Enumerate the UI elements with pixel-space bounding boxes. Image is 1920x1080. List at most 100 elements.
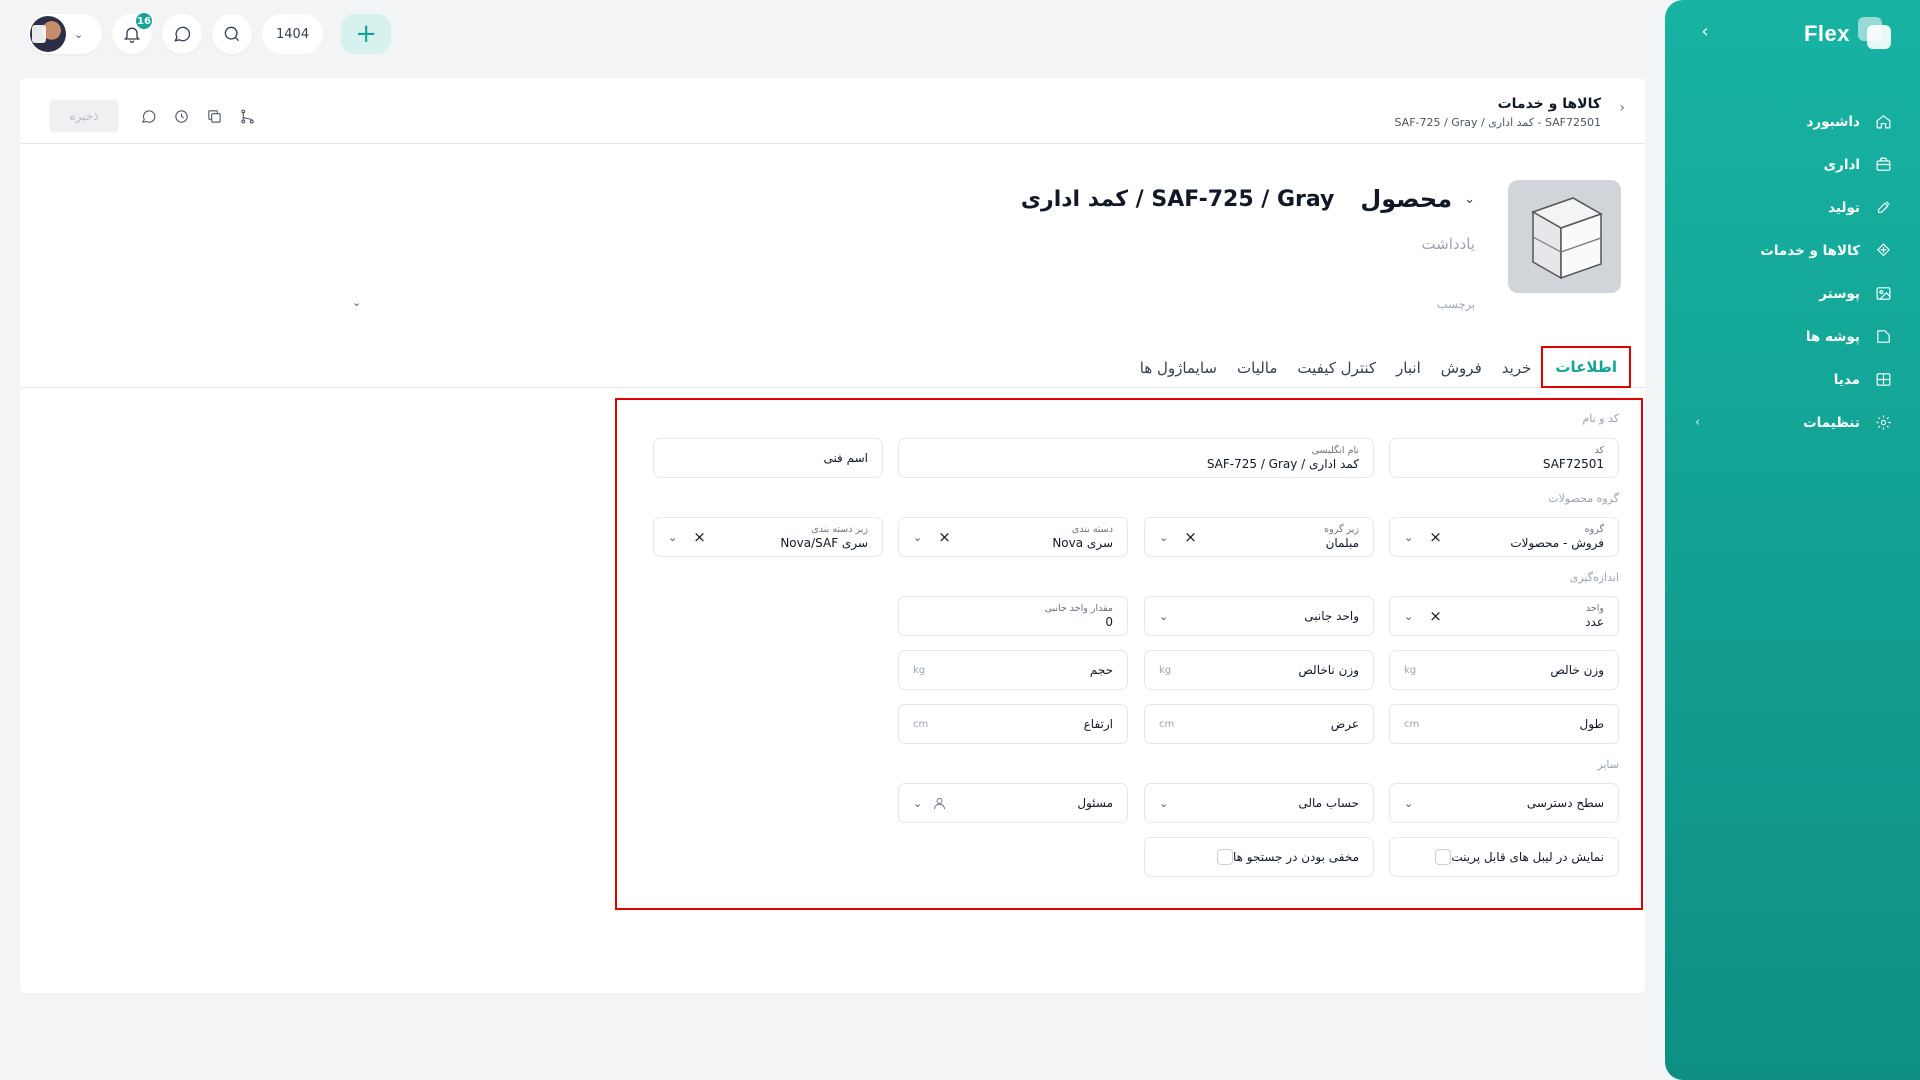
tab-sales[interactable]: فروش: [1431, 348, 1492, 388]
side-unit-select[interactable]: واحد جانبی ⌄: [1144, 596, 1374, 636]
save-button[interactable]: ذخیره: [49, 100, 119, 132]
info-form: کد و نام کد SAF72501 نام انگلیسی کمد اداری…: [615, 398, 1643, 910]
sidebar-item-folders[interactable]: پوشه ها: [1665, 315, 1920, 358]
breadcrumb: کالاها و خدمات SAF72501 - کمد اداری / SA…: [1395, 96, 1602, 129]
product-type-selector[interactable]: محصول: [1360, 185, 1452, 213]
tab-info[interactable]: اطلاعات: [1541, 346, 1631, 388]
net-weight-field[interactable]: وزن خالص kg: [1389, 650, 1619, 690]
category-select[interactable]: دسته بندی سری Nova × ⌄: [898, 517, 1128, 557]
chevron-down-icon[interactable]: ⌄: [1159, 531, 1168, 544]
sidebar-item-label: تولید: [1828, 199, 1860, 216]
clear-icon[interactable]: ×: [693, 528, 706, 546]
breadcrumb-sub: SAF72501 - کمد اداری / SAF-725 / Gray: [1394, 116, 1602, 129]
chevron-down-icon[interactable]: ⌄: [1159, 797, 1168, 810]
responsible-select[interactable]: مسئول ⌄: [898, 783, 1128, 823]
length-field[interactable]: طول cm: [1389, 704, 1619, 744]
unit-label: cm: [1159, 718, 1175, 730]
unit-select[interactable]: واحد عدد × ⌄: [1389, 596, 1619, 636]
hide-search-checkbox[interactable]: [1216, 849, 1233, 865]
user-menu[interactable]: ⌄: [28, 14, 102, 54]
tag-field[interactable]: برچسب: [1437, 297, 1475, 311]
hide-search-checkbox-row[interactable]: مخفی بودن در جستجو ها: [1144, 837, 1374, 877]
technical-name-field[interactable]: اسم فنی: [653, 438, 883, 478]
chevron-left-icon: ‹: [1695, 415, 1701, 430]
category-caption: دسته بندی: [1071, 523, 1113, 535]
sidebar-item-products[interactable]: کالاها و خدمات: [1665, 229, 1920, 272]
fiscal-year-selector[interactable]: 1404: [262, 14, 324, 54]
clear-icon[interactable]: ×: [938, 528, 951, 546]
sidebar-item-production[interactable]: تولید: [1665, 186, 1920, 229]
english-name-field[interactable]: نام انگلیسی کمد اداری / SAF-725 / Gray: [898, 438, 1374, 478]
sidebar-item-dashboard[interactable]: داشبورد: [1665, 100, 1920, 143]
group-select[interactable]: گروه فروش - محصولات × ⌄: [1389, 517, 1619, 557]
section-code-name: کد و نام: [1582, 412, 1619, 425]
chevron-down-icon[interactable]: ⌄: [913, 797, 922, 810]
subcategory-caption: زیر دسته بندی: [811, 523, 868, 535]
note-field[interactable]: یادداشت: [1421, 235, 1475, 253]
print-label-checkbox-row[interactable]: نمایش در لیبل های قابل پرینت: [1389, 837, 1619, 877]
history-icon[interactable]: [171, 106, 191, 126]
section-other: سایر: [1597, 758, 1619, 771]
chevron-down-icon[interactable]: ⌄: [1404, 610, 1413, 623]
sidebar-item-settings[interactable]: تنظیمات ‹: [1665, 401, 1920, 444]
brand-logo-icon: [1858, 17, 1892, 51]
unit-label: kg: [1404, 664, 1417, 676]
width-field[interactable]: عرض cm: [1144, 704, 1374, 744]
sidebar-collapse-icon[interactable]: ‹: [1695, 22, 1715, 42]
back-chevron-icon[interactable]: ›: [1619, 100, 1625, 116]
avatar: [30, 16, 66, 52]
home-icon: [1874, 113, 1892, 131]
clear-icon[interactable]: ×: [1184, 528, 1197, 546]
net-weight-placeholder: وزن خالص: [1550, 663, 1604, 677]
image-icon: [1874, 285, 1892, 303]
search-button[interactable]: [212, 14, 252, 54]
access-level-select[interactable]: سطح دسترسی ⌄: [1389, 783, 1619, 823]
sidebar: ‹ Flex داشبورد اداری تولید کالاها و خدما…: [1665, 0, 1920, 1080]
chat-button[interactable]: [162, 14, 202, 54]
sidebar-item-media[interactable]: مدیا: [1665, 358, 1920, 401]
product-title[interactable]: کمد اداری / SAF-725 / Gray: [1021, 187, 1335, 212]
group-caption: گروه: [1584, 523, 1604, 535]
chevron-down-icon[interactable]: ⌄: [1404, 531, 1413, 544]
notifications-button[interactable]: 16: [112, 11, 154, 54]
side-unit-amount-field[interactable]: مقدار واحد جانبی 0: [898, 596, 1128, 636]
add-button[interactable]: +: [341, 14, 392, 54]
product-image[interactable]: [1508, 180, 1621, 293]
tab-inventory[interactable]: انبار: [1386, 348, 1431, 388]
chevron-down-icon[interactable]: ⌄: [1159, 610, 1168, 623]
chevron-down-icon[interactable]: ⌄: [1464, 192, 1475, 207]
gross-weight-field[interactable]: وزن ناخالص kg: [1144, 650, 1374, 690]
access-level-placeholder: سطح دسترسی: [1526, 796, 1604, 810]
sidebar-item-office[interactable]: اداری: [1665, 143, 1920, 186]
duplicate-icon[interactable]: [204, 106, 224, 126]
sidebar-item-label: کالاها و خدمات: [1760, 242, 1860, 259]
subcategory-select[interactable]: زیر دسته بندی سری Nova/SAF × ⌄: [653, 517, 883, 557]
print-label-checkbox[interactable]: [1435, 849, 1452, 865]
breadcrumb-title[interactable]: کالاها و خدمات: [1395, 96, 1601, 112]
tab-tax[interactable]: مالیات: [1227, 348, 1287, 388]
topbar: ⌄ 16 1404 +: [28, 11, 392, 54]
workflow-icon[interactable]: [237, 106, 257, 126]
clear-icon[interactable]: ×: [1429, 528, 1442, 546]
code-field[interactable]: کد SAF72501: [1389, 438, 1619, 478]
comment-icon[interactable]: [138, 106, 158, 126]
chevron-down-icon[interactable]: ⌄: [352, 296, 361, 309]
brand: Flex: [1804, 16, 1892, 52]
tab-purchase[interactable]: خرید: [1492, 348, 1542, 388]
chevron-down-icon[interactable]: ⌄: [913, 531, 922, 544]
unit-label: cm: [913, 718, 929, 730]
clear-icon[interactable]: ×: [1429, 607, 1442, 625]
height-field[interactable]: ارتفاع cm: [898, 704, 1128, 744]
tab-modules[interactable]: سایماژول ها: [1130, 348, 1227, 388]
financial-account-select[interactable]: حساب مالی ⌄: [1144, 783, 1374, 823]
subgroup-select[interactable]: زیر گروه مبلمان × ⌄: [1144, 517, 1374, 557]
volume-field[interactable]: حجم kg: [898, 650, 1128, 690]
box-icon: [1874, 242, 1892, 260]
width-placeholder: عرض: [1330, 717, 1359, 731]
sidebar-item-poster[interactable]: پوستر: [1665, 272, 1920, 315]
chevron-down-icon[interactable]: ⌄: [668, 531, 677, 544]
chevron-down-icon[interactable]: ⌄: [1404, 797, 1413, 810]
tab-bar: اطلاعات خرید فروش انبار کنترل کیفیت مالی…: [20, 346, 1645, 388]
tab-quality-control[interactable]: کنترل کیفیت: [1287, 348, 1386, 388]
volume-placeholder: حجم: [1089, 663, 1113, 677]
